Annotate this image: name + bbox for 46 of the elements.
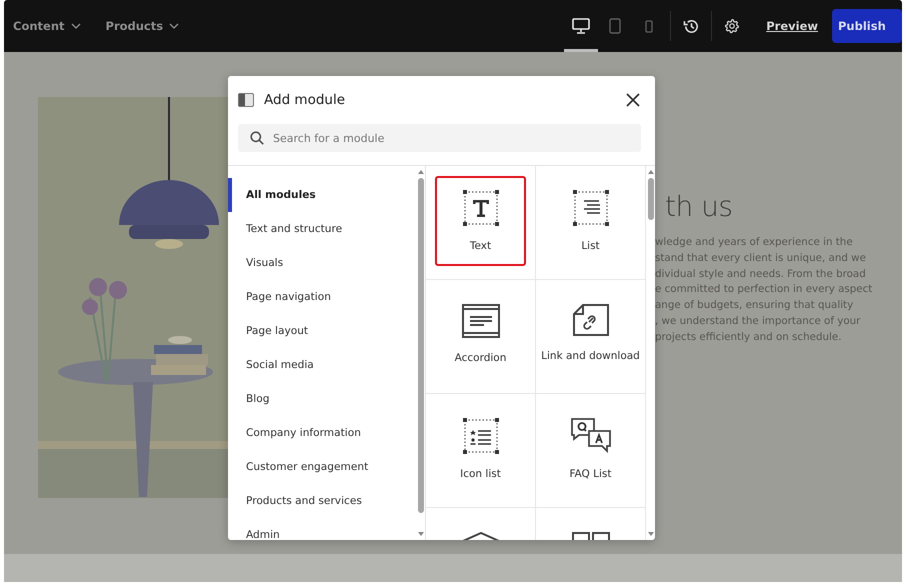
paragraph-line: wledge and years of experience in the	[655, 235, 854, 250]
preview-link[interactable]: Preview	[766, 19, 818, 33]
phone-icon	[645, 20, 654, 32]
paragraph-line: stand that every client is unique, and we	[655, 250, 867, 266]
category-item[interactable]: Page layout	[228, 314, 416, 348]
category-item[interactable]: Company information	[228, 416, 416, 450]
text-icon	[462, 190, 498, 226]
category-item[interactable]: Products and services	[228, 484, 416, 518]
settings-icon	[724, 18, 740, 34]
chevron-down-icon	[169, 23, 180, 29]
tablet-icon	[609, 18, 622, 34]
module-tile[interactable]: Icon list	[435, 404, 526, 494]
columns-icon	[572, 532, 610, 540]
icon-list-icon	[462, 418, 498, 454]
module-tile[interactable]: Text	[435, 176, 526, 266]
document-link-icon	[572, 304, 608, 336]
category-item[interactable]: Admin	[228, 518, 416, 540]
roof-icon	[462, 532, 500, 540]
desktop-icon	[572, 18, 590, 34]
module-tile[interactable]: FAQ List	[545, 404, 636, 494]
dialog-title: Add module	[264, 92, 346, 108]
category-item[interactable]: Page navigation	[228, 280, 416, 314]
list-icon	[572, 190, 608, 226]
module-tile[interactable]: Accordion	[435, 290, 526, 380]
chevron-down-icon	[70, 23, 81, 29]
history-icon	[682, 18, 700, 34]
close-icon	[626, 93, 640, 107]
publish-button[interactable]: Publish	[832, 9, 902, 43]
category-item[interactable]: Blog	[228, 382, 416, 416]
paragraph-line: projects efficiently and on schedule.	[655, 330, 842, 345]
page-heading: th us	[665, 190, 734, 223]
paragraph-line: e committed to perfection in every aspect	[655, 282, 874, 298]
menu-dropdown[interactable]: Content	[13, 15, 81, 37]
question-answer-icon	[570, 418, 610, 454]
category-item[interactable]: Social media	[228, 348, 416, 382]
category-item[interactable]: Customer engagement	[228, 450, 416, 484]
menu-dropdown[interactable]: Products	[106, 15, 180, 37]
panel-icon	[238, 93, 254, 107]
module-tile[interactable]: List	[545, 176, 636, 266]
paragraph-line: , we understand the importance of your	[655, 314, 862, 329]
search-field[interactable]: Search for a module	[238, 124, 641, 152]
accordion-icon	[462, 304, 500, 338]
paragraph-line: ange of budgets, ensuring that quality	[655, 298, 854, 314]
paragraph-line: dividual style and needs. From the broad	[655, 266, 867, 282]
category-item[interactable]: Visuals	[228, 246, 416, 280]
category-item[interactable]: Text and structure	[228, 212, 416, 246]
